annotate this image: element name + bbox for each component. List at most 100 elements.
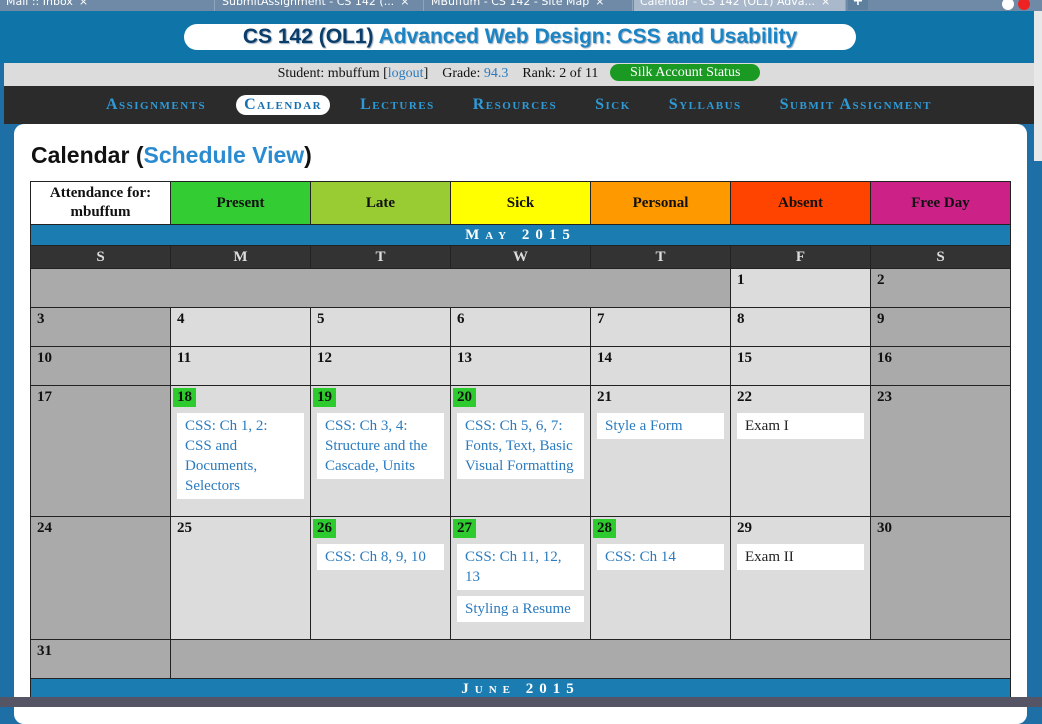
close-icon[interactable]: × bbox=[821, 0, 830, 8]
main-nav: Assignments Calendar Lectures Resources … bbox=[4, 86, 1034, 124]
day-cell[interactable]: 16 bbox=[870, 346, 1011, 386]
student-label: Student: mbuffum bbox=[277, 66, 380, 81]
month-header: May 2015 bbox=[30, 224, 1011, 246]
nav-syllabus[interactable]: Syllabus bbox=[661, 95, 750, 115]
close-icon[interactable]: × bbox=[79, 0, 88, 8]
week-row: 24 25 26 CSS: Ch 8, 9, 10 27 CSS: Ch 11, 1… bbox=[30, 516, 1011, 640]
day-cell[interactable]: 4 bbox=[170, 307, 311, 347]
main-panel: Calendar (Schedule View) Attendance for:… bbox=[14, 124, 1027, 724]
extension-icon[interactable] bbox=[1018, 0, 1030, 10]
dow-mon: M bbox=[170, 245, 311, 269]
day-cell[interactable]: 22 Exam I bbox=[730, 385, 871, 517]
week-row: 10 11 12 13 14 15 16 bbox=[30, 346, 1011, 386]
tab-mail[interactable]: Mail :: Inbox × bbox=[0, 0, 215, 11]
days-of-week: S M T W T F S bbox=[30, 245, 1011, 269]
day-cell[interactable]: 6 bbox=[450, 307, 591, 347]
day-cell[interactable]: 17 bbox=[30, 385, 171, 517]
day-cell[interactable]: 30 bbox=[870, 516, 1011, 640]
day-cell[interactable]: 2 bbox=[870, 268, 1011, 308]
silk-account-status-button[interactable]: Silk Account Status bbox=[609, 64, 761, 81]
day-number: 29 bbox=[737, 520, 752, 536]
event-link[interactable]: CSS: Ch 8, 9, 10 bbox=[317, 544, 444, 570]
day-cell[interactable]: 29 Exam II bbox=[730, 516, 871, 640]
day-cell[interactable]: 10 bbox=[30, 346, 171, 386]
exam-event[interactable]: Exam I bbox=[737, 413, 864, 439]
day-cell[interactable]: 18 CSS: Ch 1, 2: CSS and Documents, Selec… bbox=[170, 385, 311, 517]
tab-calendar[interactable]: Calendar - CS 142 (OL1) Adva... × bbox=[634, 0, 846, 11]
day-number: 3 bbox=[37, 311, 45, 327]
day-number: 10 bbox=[37, 350, 52, 366]
tab-site-map[interactable]: MBuffum - CS 142 - Site Map × bbox=[425, 0, 633, 11]
attendance-legend: Attendance for: mbuffum Present Late Sick… bbox=[30, 181, 1011, 225]
nav-resources[interactable]: Resources bbox=[465, 95, 565, 115]
schedule-view-link[interactable]: Schedule View bbox=[144, 142, 305, 168]
close-icon[interactable]: × bbox=[595, 0, 604, 8]
day-cell[interactable]: 24 bbox=[30, 516, 171, 640]
event-link[interactable]: Style a Form bbox=[597, 413, 724, 439]
day-cell[interactable]: 8 bbox=[730, 307, 871, 347]
day-number: 17 bbox=[37, 389, 52, 405]
week-row: 1 2 bbox=[30, 268, 1011, 308]
dow-sun: S bbox=[30, 245, 171, 269]
day-cell[interactable]: 23 bbox=[870, 385, 1011, 517]
day-cell[interactable]: 14 bbox=[590, 346, 731, 386]
day-number: 23 bbox=[877, 389, 892, 405]
attendance-for-label: Attendance for: mbuffum bbox=[30, 181, 171, 225]
course-header: CS 142 (OL1) Advanced Web Design: CSS an… bbox=[0, 11, 1042, 63]
day-cell[interactable]: 15 bbox=[730, 346, 871, 386]
event-link[interactable]: Styling a Resume bbox=[457, 596, 584, 622]
month-title: May 2015 bbox=[30, 224, 1011, 246]
day-cell[interactable]: 26 CSS: Ch 8, 9, 10 bbox=[310, 516, 451, 640]
day-number: 11 bbox=[177, 350, 192, 366]
grade-value[interactable]: 94.3 bbox=[484, 66, 509, 81]
close-icon[interactable]: × bbox=[400, 0, 409, 8]
day-cell[interactable]: 28 CSS: Ch 14 bbox=[590, 516, 731, 640]
day-number: 8 bbox=[737, 311, 745, 327]
event-link[interactable]: CSS: Ch 11, 12, 13 bbox=[457, 544, 584, 590]
event-link[interactable]: CSS: Ch 3, 4: Structure and the Cascade,… bbox=[317, 413, 444, 479]
day-cell[interactable]: 7 bbox=[590, 307, 731, 347]
student-bar: Student: mbuffum [logout] Grade: 94.3 Ra… bbox=[4, 63, 1034, 86]
day-cell[interactable]: 31 bbox=[30, 639, 171, 679]
day-cell[interactable]: 12 bbox=[310, 346, 451, 386]
day-cell[interactable]: 11 bbox=[170, 346, 311, 386]
logout-link[interactable]: logout bbox=[388, 66, 424, 81]
tab-submit-assignment[interactable]: SubmitAssignment - CS 142 (... × bbox=[216, 0, 424, 11]
day-number: 2 bbox=[877, 272, 885, 288]
nav-lectures[interactable]: Lectures bbox=[352, 95, 443, 115]
nav-sick[interactable]: Sick bbox=[587, 95, 639, 115]
day-cell[interactable]: 20 CSS: Ch 5, 6, 7: Fonts, Text, Basic Vi… bbox=[450, 385, 591, 517]
page-title: Calendar (Schedule View) bbox=[31, 142, 312, 168]
day-cell[interactable]: 5 bbox=[310, 307, 451, 347]
scrollbar-edge bbox=[1034, 11, 1042, 161]
page-title-text: Calendar bbox=[31, 142, 130, 168]
tab-label: SubmitAssignment - CS 142 (... bbox=[222, 0, 395, 8]
day-cell[interactable]: 19 CSS: Ch 3, 4: Structure and the Cascad… bbox=[310, 385, 451, 517]
nav-assignments[interactable]: Assignments bbox=[98, 95, 214, 115]
day-number: 13 bbox=[457, 350, 472, 366]
nav-submit-assignment[interactable]: Submit Assignment bbox=[772, 95, 940, 115]
nav-calendar[interactable]: Calendar bbox=[236, 95, 331, 115]
dow-sat: S bbox=[870, 245, 1011, 269]
day-cell[interactable]: 13 bbox=[450, 346, 591, 386]
day-cell[interactable]: 3 bbox=[30, 307, 171, 347]
day-number: 22 bbox=[737, 389, 752, 405]
day-cell[interactable]: 21 Style a Form bbox=[590, 385, 731, 517]
day-cell[interactable]: 9 bbox=[870, 307, 1011, 347]
new-tab-button[interactable]: + bbox=[848, 0, 868, 10]
day-number: 1 bbox=[737, 272, 745, 288]
tab-label: MBuffum - CS 142 - Site Map bbox=[431, 0, 590, 8]
event-link[interactable]: CSS: Ch 5, 6, 7: Fonts, Text, Basic Visu… bbox=[457, 413, 584, 479]
event-link[interactable]: CSS: Ch 1, 2: CSS and Documents, Selecto… bbox=[177, 413, 304, 499]
exam-event[interactable]: Exam II bbox=[737, 544, 864, 570]
event-link[interactable]: CSS: Ch 14 bbox=[597, 544, 724, 570]
day-number: 24 bbox=[37, 520, 52, 536]
day-number-present: 26 bbox=[313, 519, 336, 538]
calendar-table: Attendance for: mbuffum Present Late Sick… bbox=[30, 181, 1011, 700]
day-cell[interactable]: 1 bbox=[730, 268, 871, 308]
extension-icon[interactable] bbox=[1002, 0, 1014, 10]
day-cell[interactable]: 27 CSS: Ch 11, 12, 13 Styling a Resume bbox=[450, 516, 591, 640]
dow-tue: T bbox=[310, 245, 451, 269]
day-number-present: 19 bbox=[313, 388, 336, 407]
day-cell[interactable]: 25 bbox=[170, 516, 311, 640]
